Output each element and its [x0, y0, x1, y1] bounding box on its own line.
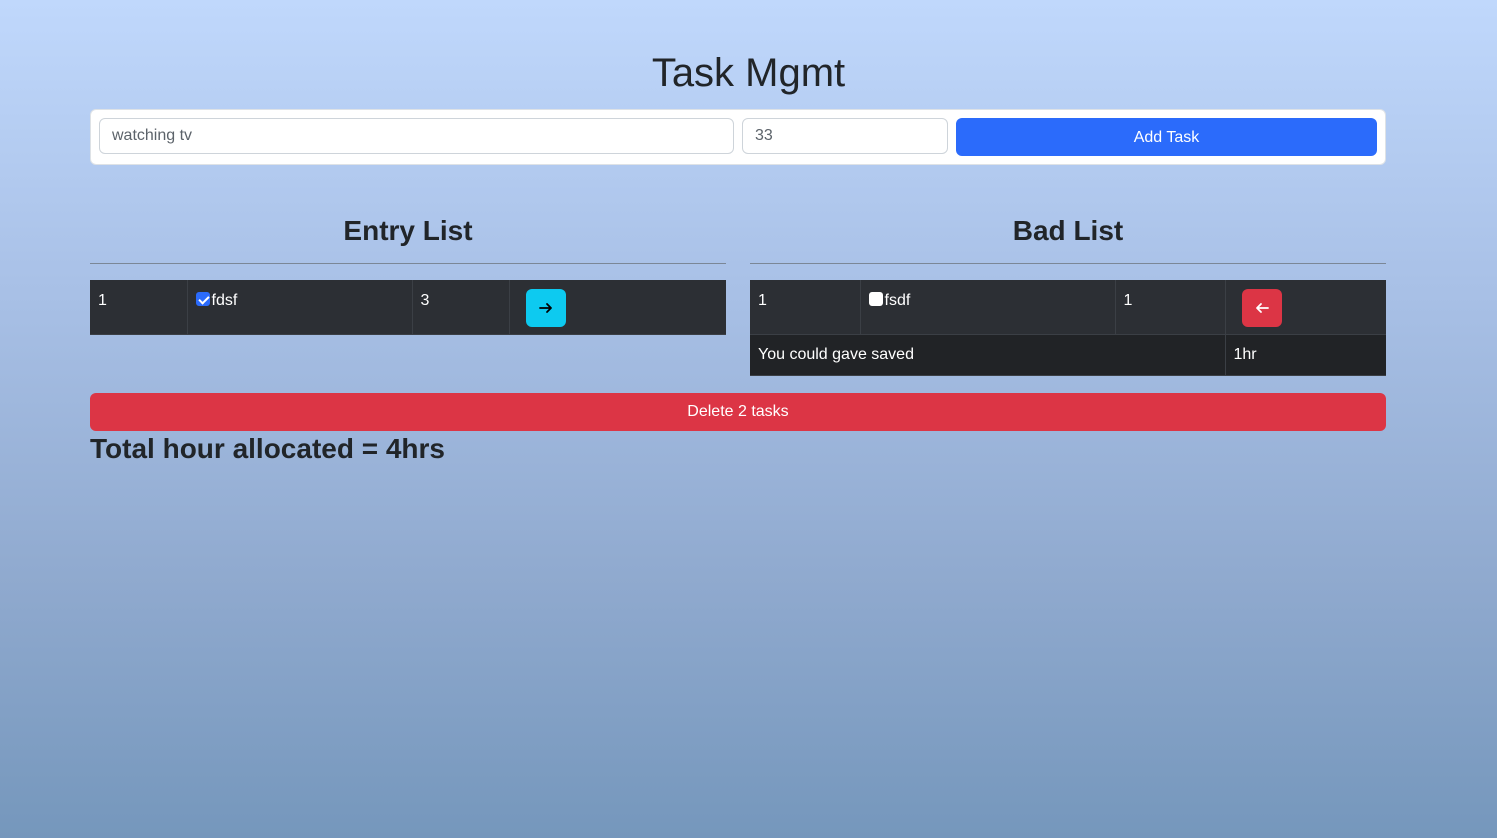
- row-task-cell: fsdf: [860, 280, 1116, 335]
- row-hours-cell: 3: [412, 280, 510, 335]
- row-action-cell: [1225, 280, 1386, 335]
- saved-summary-row: You could gave saved 1hr: [750, 334, 1386, 376]
- entry-list-title: Entry List: [343, 215, 473, 246]
- row-index-cell: 1: [90, 280, 188, 335]
- move-to-bad-button[interactable]: [525, 289, 566, 327]
- bad-list-table: 1 fsdf 1 You could gave saved 1hr: [750, 280, 1386, 376]
- table-row: 1 fdsf 3: [90, 280, 726, 335]
- row-index: 1: [98, 292, 107, 309]
- row-hours-cell: 1: [1115, 280, 1226, 335]
- task-form: Add Task: [90, 109, 1386, 165]
- move-to-entry-button[interactable]: [1241, 289, 1282, 327]
- row-index: 1: [758, 292, 767, 309]
- page-title: Task Mgmt: [651, 51, 846, 95]
- row-task-cell: fdsf: [187, 280, 413, 335]
- bad-list-title: Bad List: [1012, 215, 1124, 246]
- delete-tasks-button[interactable]: Delete 2 tasks: [90, 393, 1386, 431]
- task-input[interactable]: [99, 118, 734, 154]
- task-checkbox[interactable]: [195, 292, 210, 306]
- arrow-right-icon: [538, 303, 552, 313]
- arrow-left-icon: [1255, 303, 1269, 313]
- entry-list-divider: [90, 263, 726, 264]
- saved-label: You could gave saved: [750, 334, 1226, 376]
- add-task-button[interactable]: Add Task: [956, 118, 1377, 156]
- task-checkbox[interactable]: [868, 292, 883, 306]
- total-hours: Total hour allocated = 4hrs: [90, 433, 446, 464]
- entry-list-table: 1 fdsf 3: [90, 280, 726, 335]
- task-name: fsdf: [884, 292, 911, 309]
- row-action-cell: [509, 280, 726, 335]
- row-hours: 1: [1123, 292, 1133, 309]
- saved-value: 1hr: [1225, 334, 1386, 376]
- table-row: 1 fsdf 1: [750, 280, 1386, 335]
- bad-list-divider: [750, 263, 1386, 264]
- row-index-cell: 1: [750, 280, 861, 335]
- task-name: fdsf: [211, 292, 238, 309]
- row-hours: 3: [420, 292, 430, 309]
- hours-input[interactable]: [742, 118, 948, 154]
